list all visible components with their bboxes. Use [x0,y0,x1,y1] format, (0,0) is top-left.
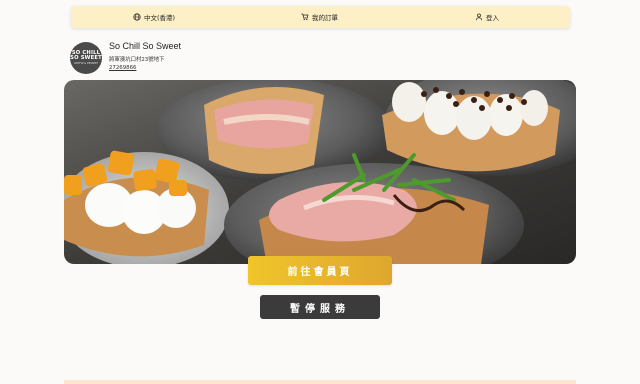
my-orders-link[interactable]: 我的訂單 [301,6,338,28]
shop-name: So Chill So Sweet [109,41,182,51]
logo-line-3: WAFFLE & DESSERT [74,61,98,65]
hero-food-image [64,80,576,264]
logo-line-2: SO SWEET [70,55,102,62]
top-nav-bar: 中文(香港) 我的訂單 登入 [71,6,570,28]
footer-divider [64,380,576,384]
shop-logo: SO CHILL SO SWEET WAFFLE & DESSERT [70,42,102,74]
go-to-member-page-button[interactable]: 前往會員頁 [248,256,392,285]
service-paused-button[interactable]: 暫停服務 [260,295,380,319]
globe-icon [133,13,141,21]
shop-phone-link[interactable]: 27269866 [109,65,136,71]
cart-icon [301,13,309,21]
shop-address: 將軍澳坑口村23號地下 [109,57,165,63]
language-selector[interactable]: 中文(香港) [133,6,175,28]
login-label: 登入 [486,14,499,22]
language-label: 中文(香港) [144,14,176,22]
login-link[interactable]: 登入 [475,6,499,28]
user-icon [475,13,483,21]
my-orders-label: 我的訂單 [312,14,338,22]
